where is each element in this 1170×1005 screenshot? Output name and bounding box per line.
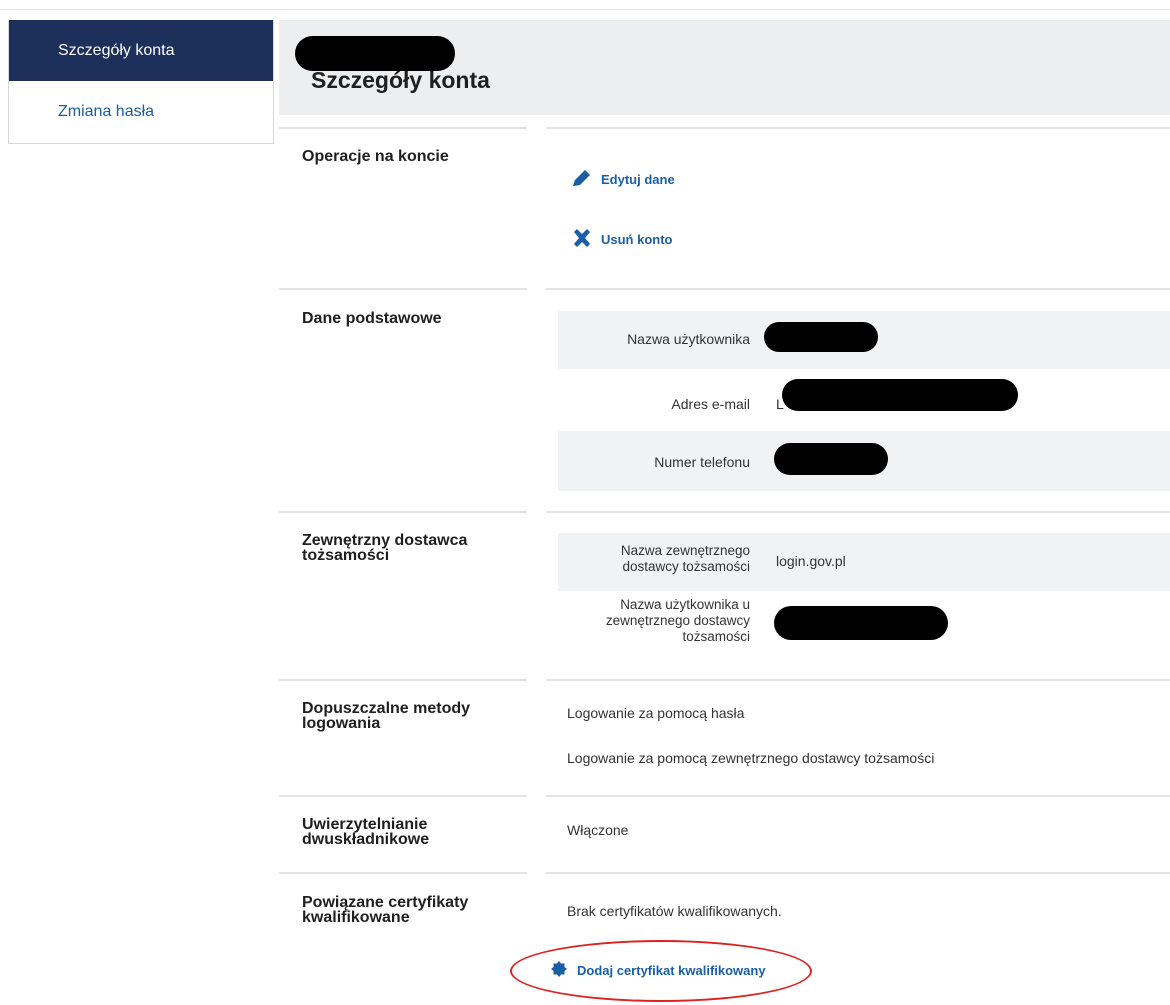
- redacted-idp-user: [774, 606, 948, 640]
- sidebar-item-change-password[interactable]: Zmiana hasła: [9, 81, 273, 142]
- email-label: Adres e-mail: [671, 396, 750, 412]
- idp-user-label: Nazwa użytkownika u zewnętrznego dostawc…: [605, 597, 750, 644]
- section-divider: [279, 288, 527, 290]
- top-divider: [0, 9, 1170, 10]
- section-title-two-factor: Uwierzytelnianie dwuskładnikowe: [302, 816, 430, 848]
- section-divider: [279, 872, 527, 874]
- idp-user-row: Nazwa użytkownika u zewnętrznego dostawc…: [558, 597, 1170, 659]
- section-divider: [546, 127, 1170, 129]
- section-title-idp: Zewnętrzny dostawca tożsamości: [302, 532, 468, 564]
- edit-data-label: Edytuj dane: [601, 172, 675, 187]
- redacted-username: [764, 322, 878, 352]
- redacted-name: [295, 36, 455, 71]
- idp-name-label: Nazwa zewnętrznego dostawcy tożsamości: [620, 543, 750, 574]
- idp-name-value: login.gov.pl: [776, 553, 846, 569]
- idp-name-row: Nazwa zewnętrznego dostawcy tożsamości l…: [558, 533, 1170, 591]
- section-divider: [279, 511, 527, 513]
- edit-data-link[interactable]: Edytuj dane: [572, 169, 675, 190]
- section-title-certificates: Powiązane certyfikaty kwalifikowane: [302, 894, 469, 926]
- section-divider: [279, 127, 527, 129]
- section-divider: [279, 679, 527, 681]
- section-divider: [546, 679, 1170, 681]
- section-title-login-methods: Dopuszczalne metody logowania: [302, 700, 471, 732]
- phone-row: Numer telefonu: [558, 431, 1170, 491]
- two-factor-status: Włączone: [567, 822, 629, 838]
- section-title-basic: Dane podstawowe: [302, 310, 442, 327]
- delete-account-label: Usuń konto: [601, 232, 673, 247]
- page-title: Szczegóły konta: [311, 67, 490, 93]
- section-divider: [546, 288, 1170, 290]
- close-icon: [572, 229, 592, 250]
- redacted-email: [782, 379, 1018, 411]
- annotation-circle: [510, 940, 812, 1002]
- section-divider: [546, 795, 1170, 797]
- delete-account-link[interactable]: Usuń konto: [572, 229, 673, 250]
- sidebar: Szczegóły konta Zmiana hasła: [8, 20, 274, 144]
- page-header: Szczegóły konta: [279, 20, 1170, 115]
- phone-label: Numer telefonu: [654, 454, 750, 470]
- pencil-icon: [572, 169, 592, 190]
- sidebar-item-account-details[interactable]: Szczegóły konta: [9, 20, 273, 81]
- email-row: Adres e-mail L: [558, 369, 1170, 427]
- username-row: Nazwa użytkownika: [558, 311, 1170, 369]
- username-label: Nazwa użytkownika: [627, 331, 750, 347]
- section-divider: [546, 511, 1170, 513]
- login-method-password: Logowanie za pomocą hasła: [567, 705, 745, 721]
- redacted-phone: [774, 443, 888, 475]
- certificates-empty-text: Brak certyfikatów kwalifikowanych.: [567, 903, 782, 919]
- section-divider: [546, 872, 1170, 874]
- section-title-operations: Operacje na koncie: [302, 148, 449, 165]
- section-divider: [279, 795, 527, 797]
- login-method-idp: Logowanie za pomocą zewnętrznego dostawc…: [567, 750, 935, 766]
